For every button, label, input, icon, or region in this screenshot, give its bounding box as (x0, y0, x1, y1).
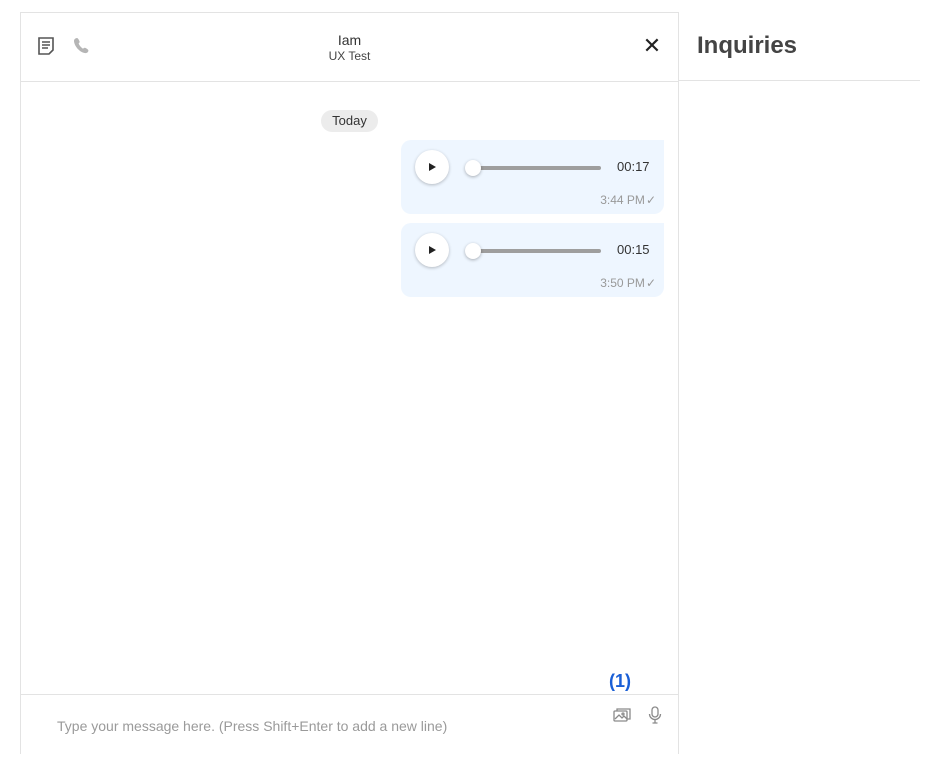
seek-thumb[interactable] (465, 243, 481, 259)
annotation-label: (1) (609, 671, 631, 691)
message-time: 3:50 PM (600, 276, 645, 290)
close-icon[interactable]: ✕ (642, 35, 662, 57)
audio-duration: 00:15 (617, 242, 650, 257)
inquiries-panel: Inquiries (679, 12, 930, 754)
composer (21, 694, 678, 755)
divider (679, 80, 920, 81)
seek-thumb[interactable] (465, 160, 481, 176)
date-divider: Today (321, 110, 378, 132)
contact-name: Iam (337, 32, 362, 48)
message-input[interactable] (57, 715, 577, 737)
audio-seek-slider[interactable] (465, 243, 601, 259)
play-icon (429, 246, 436, 254)
contact-info: Iam UX Test (21, 32, 678, 64)
contact-subtitle: UX Test (328, 49, 371, 63)
sent-check-icon: ✓ (645, 276, 656, 290)
message-meta: 3:50 PM✓ (600, 276, 656, 290)
audio-duration: 00:17 (617, 159, 650, 174)
microphone-icon[interactable] (645, 705, 665, 725)
play-icon (429, 163, 436, 171)
sent-check-icon: ✓ (645, 193, 656, 207)
inquiries-title: Inquiries (697, 32, 798, 59)
audio-seek-slider[interactable] (465, 160, 601, 176)
message-time: 3:44 PM (600, 193, 645, 207)
chat-header: Iam UX Test ✕ (21, 13, 678, 82)
play-button[interactable] (415, 150, 449, 184)
voice-message: 00:15 3:50 PM✓ (401, 223, 664, 297)
play-button[interactable] (415, 233, 449, 267)
message-meta: 3:44 PM✓ (600, 193, 656, 207)
image-upload-icon[interactable] (612, 705, 632, 725)
message-list[interactable]: Today 00:17 3:44 PM✓ 00:15 3:50 PM✓ (21, 82, 678, 694)
chat-panel: Iam UX Test ✕ Today 00:17 3:44 PM✓ 00:15… (20, 12, 679, 754)
voice-message: 00:17 3:44 PM✓ (401, 140, 664, 214)
